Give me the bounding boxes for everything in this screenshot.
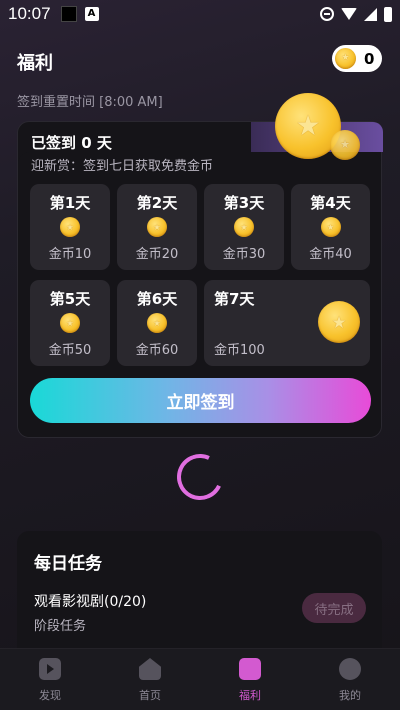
tab-label: 福利 xyxy=(239,689,261,702)
day-reward: 金币50 xyxy=(48,343,92,358)
day-label: 第6天 xyxy=(136,290,178,308)
tab-home[interactable]: 首页 xyxy=(100,649,200,710)
coin-count: 0 xyxy=(364,49,375,68)
day-label: 第3天 xyxy=(223,194,265,212)
checkin-button[interactable]: 立即签到 xyxy=(30,378,371,423)
day-1-tile[interactable]: 第1天 ★ 金币10 xyxy=(30,184,110,270)
task-status-button[interactable]: 待完成 xyxy=(302,593,366,623)
coin-icon: ★ xyxy=(60,217,80,237)
home-icon xyxy=(139,658,161,680)
bottom-tab-bar: 发现 首页 福利 我的 xyxy=(0,648,400,710)
small-coin-icon: ★ xyxy=(330,130,360,160)
big-coin-icon: ★ xyxy=(318,301,360,343)
tab-label: 发现 xyxy=(39,689,61,702)
coin-icon: ★ xyxy=(147,313,167,333)
coin-icon: ★ xyxy=(320,217,341,237)
coin-balance[interactable]: ★ 0 xyxy=(332,45,382,72)
day-reward: 金币30 xyxy=(222,247,266,262)
day-6-tile[interactable]: 第6天 ★ 金币60 xyxy=(117,280,197,366)
task-type: 阶段任务 xyxy=(34,619,87,634)
tab-label: 首页 xyxy=(139,689,161,702)
day-reward: 金币40 xyxy=(309,247,352,262)
status-bar: 10:07 A xyxy=(0,0,400,28)
newbie-reward-text: 迎新赏：签到七日获取免费金币 xyxy=(31,159,214,174)
tab-label: 我的 xyxy=(339,689,361,702)
day-5-tile[interactable]: 第5天 ★ 金币50 xyxy=(30,280,110,366)
day-label: 第2天 xyxy=(136,194,178,212)
coin-icon: ★ xyxy=(335,48,356,69)
coin-icon: ★ xyxy=(234,217,254,237)
coin-icon: ★ xyxy=(147,217,167,237)
gift-icon xyxy=(239,658,261,680)
day-2-tile[interactable]: 第2天 ★ 金币20 xyxy=(117,184,197,270)
app-notification-icon: A xyxy=(84,7,99,21)
notification-icon xyxy=(60,6,77,22)
tab-me[interactable]: 我的 xyxy=(300,649,400,710)
play-video-icon xyxy=(39,658,61,680)
loading-spinner xyxy=(170,447,230,507)
signed-days-text: 已签到 0 天 xyxy=(31,134,112,152)
day-label: 第1天 xyxy=(49,194,91,212)
do-not-disturb-icon xyxy=(320,7,334,21)
coin-icon: ★ xyxy=(60,313,80,333)
status-time: 10:07 xyxy=(8,4,51,23)
day-label: 第7天 xyxy=(214,290,255,308)
day-label: 第5天 xyxy=(49,290,91,308)
day-reward: 金币60 xyxy=(135,343,179,358)
task-name: 观看影视剧(0/20) xyxy=(34,594,147,610)
tasks-title: 每日任务 xyxy=(34,554,102,574)
battery-icon xyxy=(384,6,392,22)
day-reward: 金币100 xyxy=(214,343,265,358)
day-3-tile[interactable]: 第3天 ★ 金币30 xyxy=(204,184,284,270)
signal-icon xyxy=(364,7,377,21)
day-7-tile[interactable]: 第7天 ★ 金币100 xyxy=(204,280,370,366)
tab-welfare[interactable]: 福利 xyxy=(200,649,300,710)
page-title: 福利 xyxy=(17,53,53,74)
tab-discover[interactable]: 发现 xyxy=(0,649,100,710)
user-icon xyxy=(339,658,361,680)
day-4-tile[interactable]: 第4天 ★ 金币40 xyxy=(291,184,370,270)
day-reward: 金币20 xyxy=(135,247,179,262)
status-icons xyxy=(320,6,392,22)
day-reward: 金币10 xyxy=(48,247,92,262)
day-label: 第4天 xyxy=(310,194,351,212)
reset-time-text: 签到重置时间 [8:00 AM] xyxy=(17,95,163,110)
wifi-icon xyxy=(341,8,357,20)
